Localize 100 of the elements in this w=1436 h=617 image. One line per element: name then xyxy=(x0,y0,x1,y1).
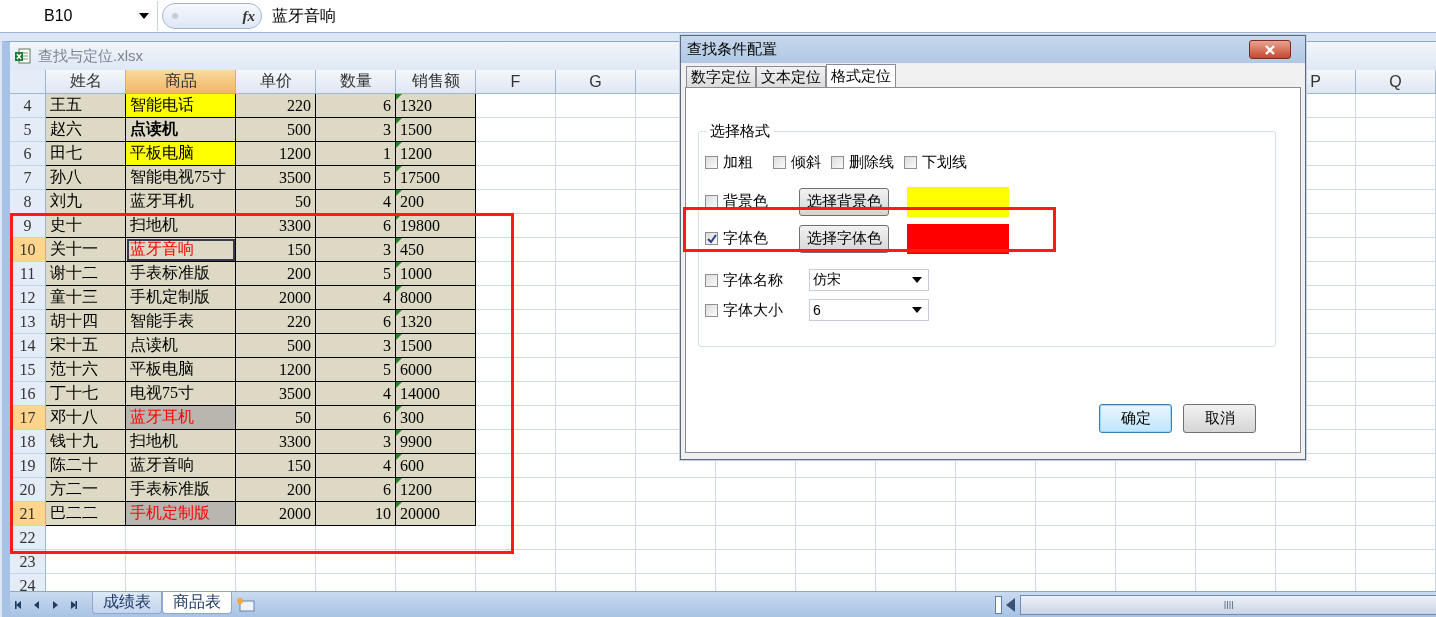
checkbox[interactable] xyxy=(773,155,786,169)
right-arrow-icon xyxy=(50,599,60,610)
table-cell: 手表标准版 xyxy=(126,262,236,286)
column-header[interactable]: F xyxy=(476,70,556,94)
table-cell: 50 xyxy=(236,406,316,430)
cell-text: 9900 xyxy=(400,432,432,451)
grip-icon xyxy=(1223,600,1234,609)
tab[interactable]: 格式定位 xyxy=(826,64,896,88)
cell-text: 17500 xyxy=(400,168,440,187)
table-cell: 200 xyxy=(236,262,316,286)
close-button[interactable] xyxy=(1249,40,1291,59)
dialog-button[interactable]: 取消 xyxy=(1183,404,1256,433)
table-cell: 4 xyxy=(316,454,396,478)
table-cell: 5 xyxy=(316,358,396,382)
table-cell: 手表标准版 xyxy=(126,478,236,502)
table-cell: 童十三 xyxy=(46,286,126,310)
dropdown[interactable]: 仿宋 xyxy=(809,269,929,291)
table-cell: 刘九 xyxy=(46,190,126,214)
tab[interactable]: 数字定位 xyxy=(686,66,756,87)
table-cell: 孙八 xyxy=(46,166,126,190)
table-cell: 3 xyxy=(316,118,396,142)
table-cell: 蓝牙音响 xyxy=(126,454,236,478)
sheet-tab[interactable]: 商品表 xyxy=(162,592,232,614)
checkbox-label: 删除线 xyxy=(849,152,894,172)
table-cell: 6 xyxy=(316,478,396,502)
checkbox[interactable] xyxy=(705,303,718,317)
table-cell: 蓝牙耳机 xyxy=(126,190,236,214)
row-header[interactable]: 7 xyxy=(10,166,46,190)
table-cell: 点读机 xyxy=(126,334,236,358)
spreadsheet-file-icon xyxy=(14,47,32,65)
column-header[interactable]: 单价 xyxy=(236,70,316,94)
pick-color-button[interactable]: 选择字体色 xyxy=(799,224,889,253)
table-cell: 3500 xyxy=(236,382,316,406)
cell-text: 1000 xyxy=(400,264,432,283)
dropdown[interactable]: 6 xyxy=(809,299,929,321)
table-cell: 500 xyxy=(236,118,316,142)
row-header[interactable]: 4 xyxy=(10,94,46,118)
table-cell: 陈二十 xyxy=(46,454,126,478)
checkbox-label: 加粗 xyxy=(723,152,753,172)
column-header[interactable]: Q xyxy=(1356,70,1436,94)
checkbox-label: 字体色 xyxy=(723,229,768,248)
table-cell: 关十一 xyxy=(46,238,126,262)
table-cell: 500 xyxy=(236,334,316,358)
checkbox[interactable] xyxy=(831,155,844,169)
row-header[interactable]: 8 xyxy=(10,190,46,214)
split-handle[interactable] xyxy=(995,595,1002,614)
dialog-title: 查找条件配置 xyxy=(687,40,777,59)
table-cell: 田七 xyxy=(46,142,126,166)
row-header[interactable]: 5 xyxy=(10,118,46,142)
cell-text: 6000 xyxy=(400,360,432,379)
group-title: 选择格式 xyxy=(709,122,771,141)
table-cell: 2000 xyxy=(236,502,316,526)
table-cell: 5 xyxy=(316,262,396,286)
table-cell: 200 xyxy=(236,478,316,502)
close-icon xyxy=(1265,44,1275,55)
name-box[interactable]: B10 xyxy=(0,1,158,31)
checkbox[interactable] xyxy=(705,273,718,287)
table-cell: 智能手表 xyxy=(126,310,236,334)
table-cell: 10 xyxy=(316,502,396,526)
tab[interactable]: 文本定位 xyxy=(756,66,826,87)
cell-text: 600 xyxy=(400,456,424,475)
dialog-button[interactable]: 确定 xyxy=(1099,404,1172,433)
scroll-left-icon[interactable] xyxy=(1006,597,1016,612)
cell-text: 1200 xyxy=(400,144,432,163)
table-cell: 电视75寸 xyxy=(126,382,236,406)
table-cell: 宋十五 xyxy=(46,334,126,358)
table-cell: 5 xyxy=(316,166,396,190)
column-header[interactable]: 数量 xyxy=(316,70,396,94)
table-cell: 邓十八 xyxy=(46,406,126,430)
table-cell: 智能电视75寸 xyxy=(126,166,236,190)
table-cell: 平板电脑 xyxy=(126,358,236,382)
cell-text: 300 xyxy=(400,408,424,427)
formula-field[interactable]: 蓝牙音响 xyxy=(272,5,336,27)
table-cell: 3300 xyxy=(236,430,316,454)
table-cell: 扫地机 xyxy=(126,214,236,238)
cell-text: 20000 xyxy=(400,504,440,523)
checkbox-label: 下划线 xyxy=(922,152,967,172)
table-cell: 蓝牙音响 xyxy=(126,238,236,262)
row-header[interactable]: 23 xyxy=(10,550,46,574)
row-header[interactable]: 6 xyxy=(10,142,46,166)
checkbox[interactable] xyxy=(904,155,917,169)
column-header[interactable]: 销售额 xyxy=(396,70,476,94)
column-header[interactable]: G xyxy=(556,70,636,94)
checkbox-label: 字体大小 xyxy=(723,300,783,320)
cell-text: 19800 xyxy=(400,216,440,235)
table-cell: 220 xyxy=(236,310,316,334)
table-cell: 扫地机 xyxy=(126,430,236,454)
table-cell: 史十 xyxy=(46,214,126,238)
scrollbar-thumb[interactable] xyxy=(1020,594,1436,615)
column-header[interactable]: 商品 xyxy=(126,70,236,94)
column-header[interactable]: 姓名 xyxy=(46,70,126,94)
function-button[interactable]: fx xyxy=(162,3,262,29)
cell-text: 200 xyxy=(400,192,424,211)
checkbox[interactable] xyxy=(705,155,718,169)
sheet-tab[interactable]: 成绩表 xyxy=(92,592,162,614)
table-cell: 6 xyxy=(316,406,396,430)
checkbox[interactable] xyxy=(705,232,718,245)
table-cell: 智能电话 xyxy=(126,94,236,118)
table-cell: 220 xyxy=(236,94,316,118)
row-header[interactable]: 24 xyxy=(10,574,46,591)
